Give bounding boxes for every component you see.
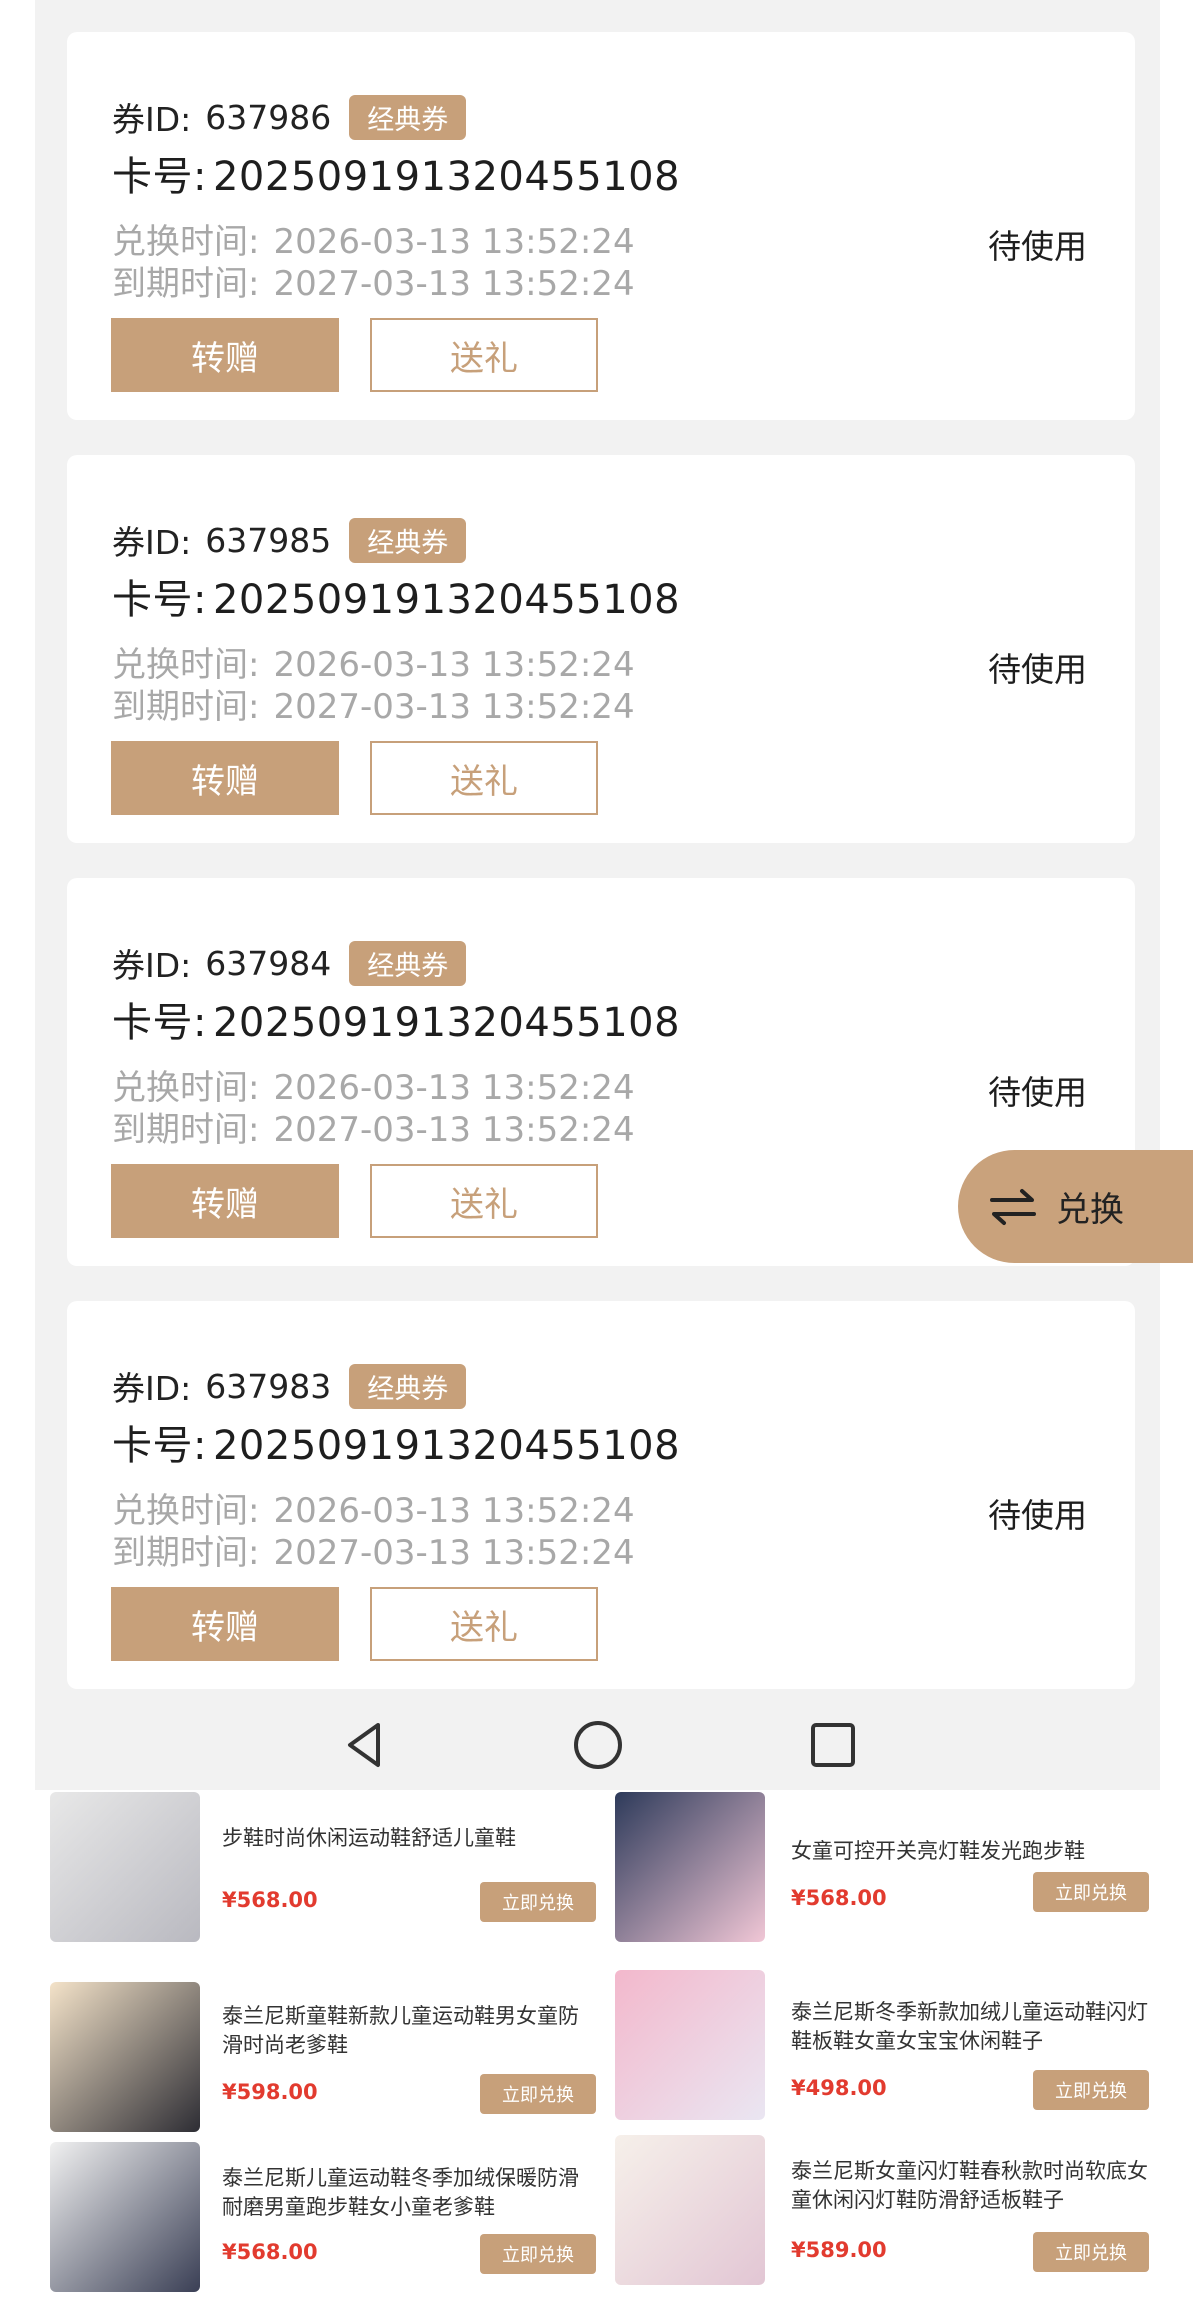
home-button[interactable] [563, 1710, 633, 1780]
expire-time-line: 到期时间: 2027-03-13 13:52:24 [112, 1525, 635, 1574]
coupon-id-label: 券ID: [112, 946, 192, 985]
recents-button[interactable] [798, 1710, 868, 1780]
exchange-fab-label: 兑换 [1056, 1190, 1124, 1230]
product-item[interactable]: 泰兰尼斯冬季新款加绒儿童运动鞋闪灯鞋板鞋女童女宝宝休闲鞋子 ¥498.00 立即… [615, 1970, 1175, 2125]
redeem-now-button[interactable]: 立即兑换 [480, 2234, 596, 2274]
expire-time-line: 到期时间: 2027-03-13 13:52:24 [112, 679, 635, 728]
product-title: 泰兰尼斯儿童运动鞋冬季加绒保暖防滑耐磨男童跑步鞋女小童老爹鞋 [222, 2166, 579, 2219]
product-image [50, 1792, 200, 1942]
expire-time-label: 到期时间: [112, 687, 260, 727]
coupon-id-value: 637985 [205, 520, 332, 560]
expire-time-value: 2027-03-13 13:52:24 [273, 264, 635, 304]
coupon-card: 券ID: 637985 经典券 卡号: 20250919132045510‌8 兑… [67, 455, 1135, 843]
product-price: ¥498.00 [791, 2076, 887, 2100]
product-title: 步鞋时尚休闲运动鞋舒适儿童鞋 [222, 1826, 516, 1850]
coupon-id-value: 637984 [205, 943, 332, 983]
expire-time-value: 2027-03-13 13:52:24 [273, 687, 635, 727]
product-grid: 步鞋时尚休闲运动鞋舒适儿童鞋 ¥568.00 立即兑换 女童可控开关亮灯鞋发光跑… [0, 1790, 1193, 2308]
card-number-value: 20250919132045510‌8 [212, 1423, 681, 1469]
product-item[interactable]: 泰兰尼斯女童闪灯鞋春秋款时尚软底女童休闲闪灯鞋防滑舒适板鞋子 ¥589.00 立… [615, 2135, 1175, 2290]
card-number-label: 卡号: [112, 1423, 207, 1469]
expire-time-line: 到期时间: 2027-03-13 13:52:24 [112, 256, 635, 305]
status-label: 待使用 [988, 1073, 1087, 1112]
product-price: ¥568.00 [222, 2240, 318, 2264]
coupon-id-line: 券ID: 637984 经典券 [112, 938, 467, 988]
redeem-now-button[interactable]: 立即兑换 [480, 1882, 596, 1922]
card-number-label: 卡号: [112, 577, 207, 623]
gift-button[interactable]: 送礼 [370, 1164, 598, 1238]
expire-time-label: 到期时间: [112, 1533, 260, 1573]
card-number-value: 20250919132045510‌8 [212, 1000, 681, 1046]
coupon-id-value: 637986 [205, 97, 332, 137]
product-image [615, 1970, 765, 2120]
back-button[interactable] [330, 1710, 400, 1780]
product-image [50, 2142, 200, 2292]
coupon-type-tag: 经典券 [349, 1363, 467, 1409]
card-number-line: 卡号: 20250919132045510‌8 [112, 144, 680, 202]
transfer-button[interactable]: 转赠 [111, 741, 339, 815]
back-triangle-icon [348, 1723, 380, 1767]
gift-button[interactable]: 送礼 [370, 318, 598, 392]
coupon-type-tag: 经典券 [349, 940, 467, 986]
coupon-card: 券ID: 637983 经典券 卡号: 20250919132045510‌8 兑… [67, 1301, 1135, 1689]
redeem-now-button[interactable]: 立即兑换 [1033, 2070, 1149, 2110]
product-item[interactable]: 泰兰尼斯儿童运动鞋冬季加绒保暖防滑耐磨男童跑步鞋女小童老爹鞋 ¥568.00 立… [50, 2142, 610, 2297]
expire-time-value: 2027-03-13 13:52:24 [273, 1533, 635, 1573]
coupon-type-tag: 经典券 [349, 94, 467, 140]
swap-arrows-icon [990, 1188, 1036, 1225]
exchange-fab-button[interactable]: 兑换 [958, 1150, 1193, 1263]
card-number-value: 20250919132045510‌8 [212, 154, 681, 200]
card-number-line: 卡号: 20250919132045510‌8 [112, 567, 680, 625]
product-item[interactable]: 步鞋时尚休闲运动鞋舒适儿童鞋 ¥568.00 立即兑换 [50, 1792, 610, 1957]
card-number-line: 卡号: 20250919132045510‌8 [112, 1413, 680, 1471]
coupon-id-label: 券ID: [112, 523, 192, 562]
product-image [615, 2135, 765, 2285]
product-title: 泰兰尼斯童鞋新款儿童运动鞋男女童防滑时尚老爹鞋 [222, 2004, 579, 2057]
product-image [615, 1792, 765, 1942]
transfer-button[interactable]: 转赠 [111, 1587, 339, 1661]
coupon-id-line: 券ID: 637986 经典券 [112, 92, 467, 142]
product-price: ¥568.00 [791, 1886, 887, 1910]
status-label: 待使用 [988, 650, 1087, 689]
coupon-id-label: 券ID: [112, 100, 192, 139]
product-title: 泰兰尼斯冬季新款加绒儿童运动鞋闪灯鞋板鞋女童女宝宝休闲鞋子 [791, 2000, 1148, 2053]
redeem-now-button[interactable]: 立即兑换 [480, 2074, 596, 2114]
expire-time-value: 2027-03-13 13:52:24 [273, 1110, 635, 1150]
coupon-type-tag: 经典券 [349, 517, 467, 563]
status-label: 待使用 [988, 227, 1087, 266]
expire-time-line: 到期时间: 2027-03-13 13:52:24 [112, 1102, 635, 1151]
coupon-card: 券ID: 637986 经典券 卡号: 20250919132045510‌8 兑… [67, 32, 1135, 420]
gift-button[interactable]: 送礼 [370, 1587, 598, 1661]
card-number-label: 卡号: [112, 1000, 207, 1046]
home-circle-icon [574, 1721, 622, 1769]
redeem-now-button[interactable]: 立即兑换 [1033, 2232, 1149, 2272]
expire-time-label: 到期时间: [112, 264, 260, 304]
coupon-id-label: 券ID: [112, 1369, 192, 1408]
product-title: 女童可控开关亮灯鞋发光跑步鞋 [791, 1839, 1085, 1863]
card-number-value: 20250919132045510‌8 [212, 577, 681, 623]
app-root: 券ID: 637986 经典券 卡号: 20250919132045510‌8 兑… [0, 0, 1193, 2308]
card-number-line: 卡号: 20250919132045510‌8 [112, 990, 680, 1048]
expire-time-label: 到期时间: [112, 1110, 260, 1150]
product-item[interactable]: 女童可控开关亮灯鞋发光跑步鞋 ¥568.00 立即兑换 [615, 1792, 1175, 1947]
status-label: 待使用 [988, 1496, 1087, 1535]
product-image [50, 1982, 200, 2132]
coupon-id-line: 券ID: 637985 经典券 [112, 515, 467, 565]
recents-square-icon [811, 1723, 855, 1767]
coupon-id-line: 券ID: 637983 经典券 [112, 1361, 467, 1411]
product-title: 泰兰尼斯女童闪灯鞋春秋款时尚软底女童休闲闪灯鞋防滑舒适板鞋子 [791, 2159, 1148, 2212]
system-nav-bar [35, 1700, 1160, 1790]
transfer-button[interactable]: 转赠 [111, 318, 339, 392]
product-price: ¥568.00 [222, 1888, 318, 1912]
transfer-button[interactable]: 转赠 [111, 1164, 339, 1238]
product-price: ¥598.00 [222, 2080, 318, 2104]
card-number-label: 卡号: [112, 154, 207, 200]
product-item[interactable]: 泰兰尼斯童鞋新款儿童运动鞋男女童防滑时尚老爹鞋 ¥598.00 立即兑换 [50, 1982, 610, 2137]
coupon-id-value: 637983 [205, 1366, 332, 1406]
redeem-now-button[interactable]: 立即兑换 [1033, 1872, 1149, 1912]
product-price: ¥589.00 [791, 2238, 887, 2262]
gift-button[interactable]: 送礼 [370, 741, 598, 815]
